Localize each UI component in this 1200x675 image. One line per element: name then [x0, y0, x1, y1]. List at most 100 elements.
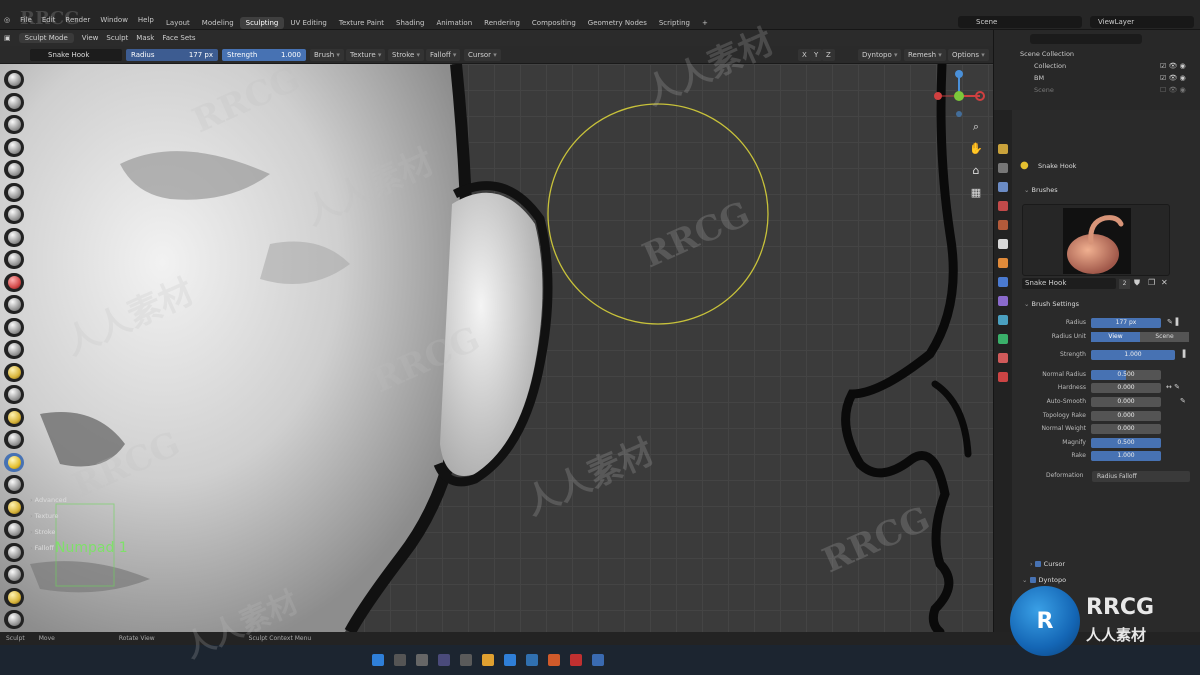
- options-dropdown[interactable]: Options: [948, 49, 989, 61]
- tab-geometry-nodes[interactable]: Geometry Nodes: [582, 17, 653, 29]
- tool-boundary[interactable]: [4, 587, 24, 607]
- tab-modeling[interactable]: Modeling: [196, 17, 240, 29]
- outliner-item-scene[interactable]: Scene: [1034, 86, 1054, 94]
- tool-layer[interactable]: [4, 182, 24, 202]
- radius-unit-scene[interactable]: Scene: [1140, 332, 1189, 342]
- section-cursor[interactable]: Cursor: [1030, 560, 1065, 568]
- task-view-icon[interactable]: [416, 654, 428, 666]
- add-workspace-icon[interactable]: +: [696, 17, 714, 29]
- menu-edit[interactable]: Edit: [42, 16, 56, 24]
- modifier-tab-icon[interactable]: [998, 277, 1008, 287]
- tab-scripting[interactable]: Scripting: [653, 17, 696, 29]
- visibility-eye-icon[interactable]: ☑ 👁 ◉: [1160, 74, 1186, 82]
- app2-icon[interactable]: [592, 654, 604, 666]
- tool-inflate[interactable]: [4, 205, 24, 224]
- tool-elastic-deform[interactable]: [4, 430, 24, 449]
- scene-selector[interactable]: Scene: [958, 16, 1082, 28]
- menu-view[interactable]: View: [82, 34, 99, 42]
- menu-sculpt[interactable]: Sculpt: [106, 34, 128, 42]
- brush-name-field[interactable]: Snake Hook: [30, 49, 122, 61]
- tool-pinch[interactable]: [4, 385, 24, 404]
- symmetry-z[interactable]: Z: [822, 49, 835, 61]
- pressure-icon[interactable]: ✎: [1180, 397, 1186, 405]
- chat-icon[interactable]: [438, 654, 450, 666]
- tab-layout[interactable]: Layout: [160, 17, 196, 29]
- hardness-slider[interactable]: 0.000: [1091, 383, 1161, 393]
- tool-smooth[interactable]: [4, 272, 24, 292]
- world-tab-icon[interactable]: [998, 239, 1008, 249]
- strength-field[interactable]: Strength 1.000: [222, 49, 306, 61]
- pressure-icon[interactable]: ▐: [1180, 350, 1185, 358]
- dyntopo-checkbox[interactable]: [1029, 577, 1036, 583]
- tool-crease[interactable]: [4, 250, 24, 269]
- outliner-search-input[interactable]: [1030, 34, 1142, 44]
- start-icon[interactable]: [372, 654, 384, 666]
- tool-snake-hook[interactable]: [4, 452, 24, 472]
- edge-icon[interactable]: [504, 654, 516, 666]
- tool-clay-strips[interactable]: [4, 137, 24, 157]
- tool-flatten[interactable]: [4, 295, 24, 314]
- render-tab-icon[interactable]: [998, 163, 1008, 173]
- object-tab-icon[interactable]: [998, 258, 1008, 268]
- tool-clay-thumb[interactable]: [4, 160, 24, 179]
- tab-rendering[interactable]: Rendering: [478, 17, 526, 29]
- grid-icon[interactable]: ▦: [968, 186, 984, 200]
- normal-weight-slider[interactable]: 0.000: [1091, 424, 1161, 434]
- tool-pose[interactable]: [4, 497, 24, 517]
- radius-slider[interactable]: 177 px: [1091, 318, 1161, 328]
- store-icon[interactable]: [526, 654, 538, 666]
- tool-multiplane-scrape[interactable]: [4, 362, 24, 382]
- section-falloff[interactable]: Falloff: [30, 544, 54, 552]
- recorder-icon[interactable]: [570, 654, 582, 666]
- pan-hand-icon[interactable]: ✋: [968, 142, 984, 156]
- fake-user-shield-icon[interactable]: ⛊: [1134, 278, 1140, 288]
- pressure-icon[interactable]: ✎▐: [1167, 318, 1178, 326]
- 3d-viewport[interactable]: ⌕ ✋ ⌂ ▦ Numpad 1: [0, 64, 993, 632]
- menu-file[interactable]: File: [20, 16, 32, 24]
- tab-sculpting[interactable]: Sculpting: [239, 17, 285, 29]
- outliner-item-collection[interactable]: Collection: [1034, 62, 1066, 70]
- tool-blob[interactable]: [4, 227, 24, 247]
- blender-taskbar-icon[interactable]: [548, 654, 560, 666]
- menu-window[interactable]: Window: [100, 16, 128, 24]
- scene-tab-icon[interactable]: [998, 220, 1008, 230]
- invert-icon[interactable]: ↔ ✎: [1166, 383, 1180, 391]
- brush-preview[interactable]: [1022, 204, 1170, 276]
- falloff-dropdown[interactable]: Falloff: [426, 49, 461, 61]
- tab-animation[interactable]: Animation: [430, 17, 478, 29]
- duplicate-icon[interactable]: ❐: [1148, 278, 1155, 287]
- normal-radius-slider[interactable]: 0.500: [1091, 370, 1161, 380]
- brush-users-count[interactable]: 2: [1119, 279, 1130, 289]
- tool-thumb[interactable]: [4, 475, 24, 494]
- search-icon[interactable]: [394, 654, 406, 666]
- topology-rake-slider[interactable]: 0.000: [1091, 411, 1161, 421]
- menu-help[interactable]: Help: [138, 16, 154, 24]
- explorer-icon[interactable]: [482, 654, 494, 666]
- section-texture[interactable]: Texture: [30, 512, 59, 520]
- stroke-dropdown[interactable]: Stroke: [388, 49, 425, 61]
- tool-rotate[interactable]: [4, 542, 24, 562]
- section-brushes[interactable]: Brushes: [1024, 186, 1058, 194]
- particles-tab-icon[interactable]: [998, 296, 1008, 306]
- tool-tab-icon[interactable]: [998, 144, 1008, 154]
- cursor-dropdown[interactable]: Cursor: [464, 49, 501, 61]
- zoom-icon[interactable]: ⌕: [968, 120, 984, 134]
- texture-dropdown[interactable]: Texture: [346, 49, 386, 61]
- brush-dropdown[interactable]: Brush: [310, 49, 344, 61]
- tab-shading[interactable]: Shading: [390, 17, 430, 29]
- section-brush-settings[interactable]: Brush Settings: [1024, 300, 1079, 308]
- tool-draw[interactable]: [4, 70, 24, 89]
- editor-type-icon[interactable]: ▣: [4, 34, 11, 42]
- deformation-dropdown[interactable]: Radius Falloff: [1092, 471, 1190, 482]
- outliner-root[interactable]: Scene Collection: [1020, 50, 1074, 58]
- tab-texture-paint[interactable]: Texture Paint: [333, 17, 390, 29]
- output-tab-icon[interactable]: [998, 182, 1008, 192]
- remesh-dropdown[interactable]: Remesh: [904, 49, 946, 61]
- mode-selector[interactable]: Sculpt Mode: [18, 33, 74, 43]
- tool-scrape[interactable]: [4, 340, 24, 359]
- tab-compositing[interactable]: Compositing: [526, 17, 582, 29]
- dyntopo-dropdown[interactable]: Dyntopo: [858, 49, 902, 61]
- app-icon[interactable]: [460, 654, 472, 666]
- close-icon[interactable]: ✕: [1161, 278, 1168, 287]
- tool-draw-sharp[interactable]: [4, 92, 24, 112]
